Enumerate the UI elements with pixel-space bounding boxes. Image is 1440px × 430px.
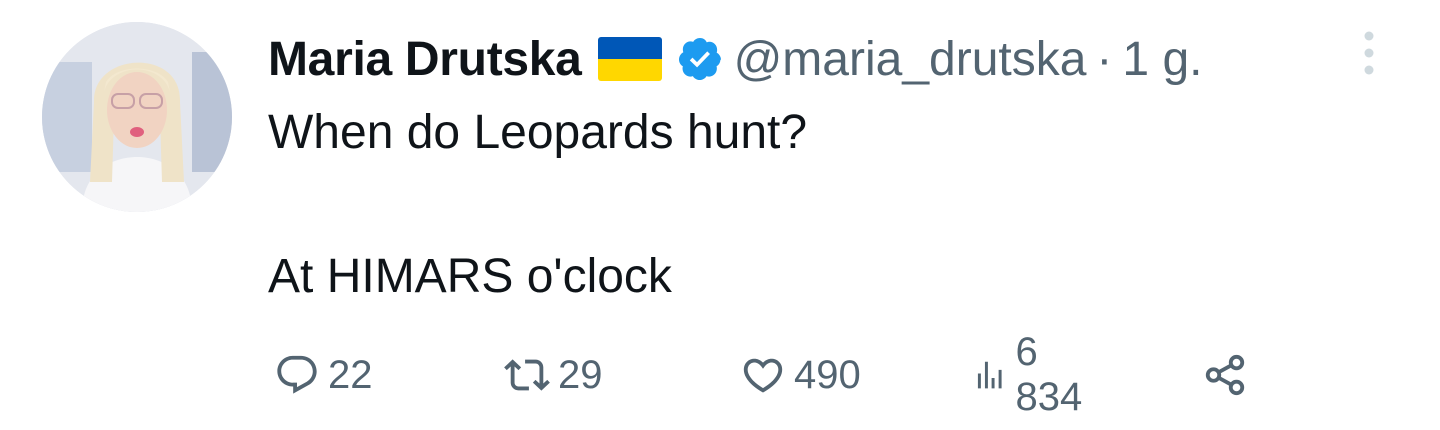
reply-count: 22 bbox=[328, 352, 373, 397]
author-handle[interactable]: @maria_drutska bbox=[734, 32, 1087, 87]
like-button[interactable]: 490 bbox=[740, 340, 861, 410]
heart-icon bbox=[743, 358, 783, 393]
tweet-header: Maria Drutska @maria_drutska · 1 g. bbox=[268, 26, 1202, 92]
ukraine-flag-icon bbox=[597, 37, 662, 81]
share-icon bbox=[1205, 354, 1245, 396]
tweet-text-line: When do Leopards hunt? bbox=[268, 106, 808, 159]
share-button[interactable] bbox=[1202, 340, 1248, 410]
views-count: 6 834 bbox=[1015, 330, 1083, 419]
author-name[interactable]: Maria Drutska bbox=[268, 32, 582, 87]
retweet-button[interactable]: 29 bbox=[504, 340, 603, 410]
avatar[interactable] bbox=[42, 22, 232, 212]
header-separator: · bbox=[1096, 32, 1113, 86]
reply-button[interactable]: 22 bbox=[274, 340, 373, 410]
tweet-timestamp[interactable]: 1 g. bbox=[1122, 32, 1202, 87]
retweet-count: 29 bbox=[558, 352, 603, 397]
tweet-text: When do Leopards hunt? At HIMARS o'clock bbox=[268, 104, 807, 306]
tweet-text-line: At HIMARS o'clock bbox=[268, 250, 672, 303]
more-options-icon[interactable] bbox=[1355, 30, 1383, 76]
views-chart-icon bbox=[977, 361, 1002, 389]
avatar-image bbox=[42, 22, 232, 212]
views-button[interactable]: 6 834 bbox=[972, 330, 1093, 419]
verified-badge-icon[interactable] bbox=[676, 35, 724, 83]
like-count: 490 bbox=[794, 352, 861, 397]
retweet-icon bbox=[504, 359, 550, 391]
tweet[interactable]: Maria Drutska @maria_drutska · 1 g. When… bbox=[0, 0, 1440, 430]
reply-icon bbox=[277, 355, 317, 394]
